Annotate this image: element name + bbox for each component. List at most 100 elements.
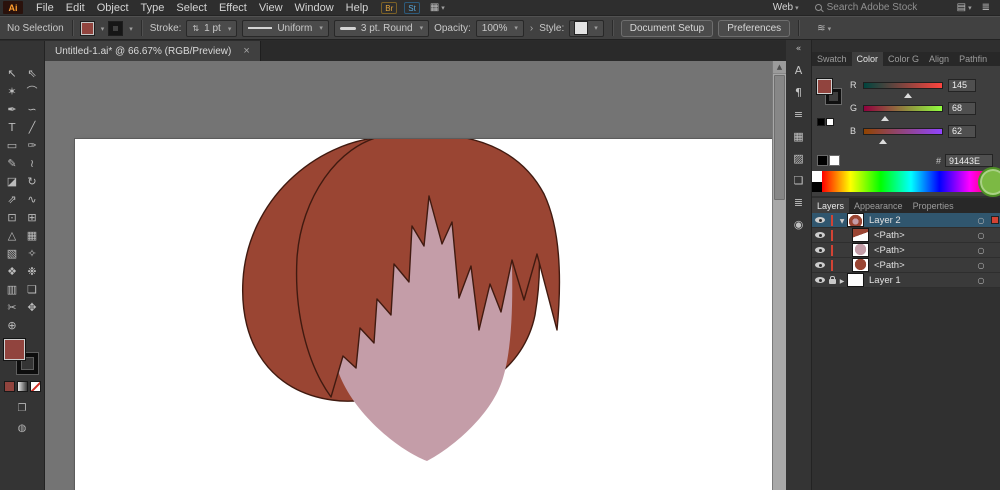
- document-tab[interactable]: Untitled-1.ai* @ 66.67% (RGB/Preview) ×: [45, 41, 261, 61]
- menu-view[interactable]: View: [253, 2, 289, 14]
- menu-file[interactable]: File: [30, 2, 60, 14]
- transparency-panel-icon[interactable]: ▨: [786, 147, 812, 169]
- visibility-toggle[interactable]: [812, 217, 828, 223]
- symbol-sprayer-tool[interactable]: ❉: [22, 262, 42, 280]
- search-input[interactable]: [826, 2, 939, 13]
- menu-edit[interactable]: Edit: [60, 2, 91, 14]
- stock-search[interactable]: [814, 2, 939, 13]
- pen-tool[interactable]: ✒: [2, 100, 22, 118]
- blue-slider[interactable]: [863, 127, 943, 144]
- path-thumbnail[interactable]: [853, 244, 868, 256]
- stroke-color-chip[interactable]: [109, 21, 123, 35]
- tab-color-guide[interactable]: Color G: [883, 52, 924, 66]
- path-name[interactable]: <Path>: [874, 230, 973, 241]
- color-button[interactable]: [4, 382, 14, 391]
- graphic-styles-panel-icon[interactable]: ◉: [786, 213, 812, 235]
- tab-appearance[interactable]: Appearance: [849, 198, 908, 213]
- arrange-documents-icon[interactable]: ▤: [957, 2, 972, 13]
- none-button[interactable]: [30, 382, 40, 391]
- layer-row-layer-2[interactable]: Layer 2: [812, 213, 1000, 228]
- path-thumbnail[interactable]: [853, 259, 868, 271]
- tab-properties[interactable]: Properties: [908, 198, 959, 213]
- character-panel-icon[interactable]: A: [786, 59, 812, 81]
- shape-builder-tool[interactable]: ⊞: [22, 208, 42, 226]
- red-value-field[interactable]: [948, 78, 976, 92]
- white-swatch[interactable]: [830, 156, 839, 165]
- hand-tool[interactable]: ✥: [22, 298, 42, 316]
- opacity-dropdown[interactable]: 100%: [475, 19, 524, 37]
- app-logo[interactable]: Ai: [3, 1, 23, 14]
- selection-chip-cell[interactable]: [989, 217, 1000, 223]
- fill-color-chip[interactable]: [80, 21, 94, 35]
- pencil-tool[interactable]: ✎: [2, 154, 22, 172]
- scale-tool[interactable]: ⇗: [2, 190, 22, 208]
- gradient-tool[interactable]: ▧: [2, 244, 22, 262]
- tab-pathfinder[interactable]: Pathfin: [954, 52, 992, 66]
- rectangle-tool[interactable]: ▭: [2, 136, 22, 154]
- paragraph-panel-icon[interactable]: ¶: [786, 81, 812, 103]
- type-tool[interactable]: T: [2, 118, 22, 136]
- menu-type[interactable]: Type: [135, 2, 171, 14]
- close-tab-icon[interactable]: ×: [243, 45, 249, 57]
- brush-definition-dropdown[interactable]: 3 pt. Round: [333, 19, 430, 37]
- visibility-toggle[interactable]: [812, 247, 828, 253]
- collapse-chevron-icon[interactable]: [836, 215, 848, 226]
- artboard-tool[interactable]: ❏: [22, 280, 42, 298]
- black-swatch[interactable]: [818, 156, 827, 165]
- layer-name[interactable]: Layer 1: [869, 275, 973, 286]
- slice-tool[interactable]: ✂: [2, 298, 22, 316]
- visibility-toggle[interactable]: [812, 262, 828, 268]
- lock-cell[interactable]: [828, 229, 836, 241]
- preferences-button[interactable]: Preferences: [718, 19, 791, 37]
- blue-value-field[interactable]: [948, 124, 976, 138]
- width-profile-dropdown[interactable]: Uniform: [242, 19, 329, 37]
- application-menu-icon[interactable]: ≣: [982, 2, 990, 13]
- layout-grid-icon[interactable]: ▦: [430, 2, 445, 13]
- magic-wand-tool[interactable]: ✶: [2, 82, 22, 100]
- target-circle-icon[interactable]: [973, 216, 989, 225]
- scroll-up-icon[interactable]: ▲: [773, 61, 786, 74]
- workspace-switcher[interactable]: Web: [773, 2, 799, 13]
- red-slider[interactable]: [863, 81, 943, 98]
- tab-color[interactable]: Color: [851, 52, 884, 66]
- perspective-grid-tool[interactable]: △: [2, 226, 22, 244]
- align-options-icon[interactable]: ≋: [817, 23, 831, 34]
- fill-swatch[interactable]: [4, 339, 25, 360]
- stock-button[interactable]: St: [404, 1, 420, 14]
- tab-align[interactable]: Align: [924, 52, 954, 66]
- column-graph-tool[interactable]: ▥: [2, 280, 22, 298]
- stroke-caret-icon[interactable]: [127, 23, 133, 34]
- default-swatches-icon[interactable]: [818, 119, 833, 125]
- stepper-arrows-icon[interactable]: ⇅: [192, 24, 199, 33]
- stroke-weight-stepper[interactable]: ⇅ 1 pt: [186, 19, 238, 37]
- target-circle-icon[interactable]: [973, 231, 989, 240]
- blue-slider-thumb[interactable]: [878, 135, 887, 144]
- layer-row-path-2[interactable]: <Path>: [812, 243, 1000, 258]
- layer-row-layer-1[interactable]: Layer 1: [812, 273, 1000, 288]
- target-circle-icon[interactable]: [973, 246, 989, 255]
- tab-swatches[interactable]: Swatch: [812, 52, 852, 66]
- layer-row-path-1[interactable]: <Path>: [812, 228, 1000, 243]
- menu-help[interactable]: Help: [340, 2, 375, 14]
- spectrum-gradient[interactable]: [822, 171, 1000, 192]
- spectrum-bw-chips[interactable]: [812, 171, 822, 192]
- swatches-panel-icon[interactable]: ▦: [786, 125, 812, 147]
- line-segment-tool[interactable]: ╱: [22, 118, 42, 136]
- drawing-modes-icon[interactable]: ❐: [18, 403, 27, 414]
- eyedropper-tool[interactable]: ✧: [22, 244, 42, 262]
- red-slider-thumb[interactable]: [904, 89, 913, 98]
- paintbrush-tool[interactable]: ✑: [22, 136, 42, 154]
- artboard[interactable]: [75, 139, 772, 490]
- lock-cell[interactable]: [828, 275, 836, 284]
- menu-window[interactable]: Window: [289, 2, 340, 14]
- width-tool[interactable]: ∿: [22, 190, 42, 208]
- lock-cell[interactable]: [828, 214, 836, 226]
- appearance-panel-icon[interactable]: ≣: [786, 191, 812, 213]
- rotate-tool[interactable]: ↻: [22, 172, 42, 190]
- path-name[interactable]: <Path>: [874, 245, 973, 256]
- green-slider[interactable]: [863, 104, 943, 121]
- opacity-more-icon[interactable]: ›: [530, 23, 533, 34]
- hex-value-field[interactable]: [945, 154, 993, 167]
- panel-fill-swatch[interactable]: [817, 79, 832, 94]
- lasso-tool[interactable]: ⌒: [22, 82, 42, 100]
